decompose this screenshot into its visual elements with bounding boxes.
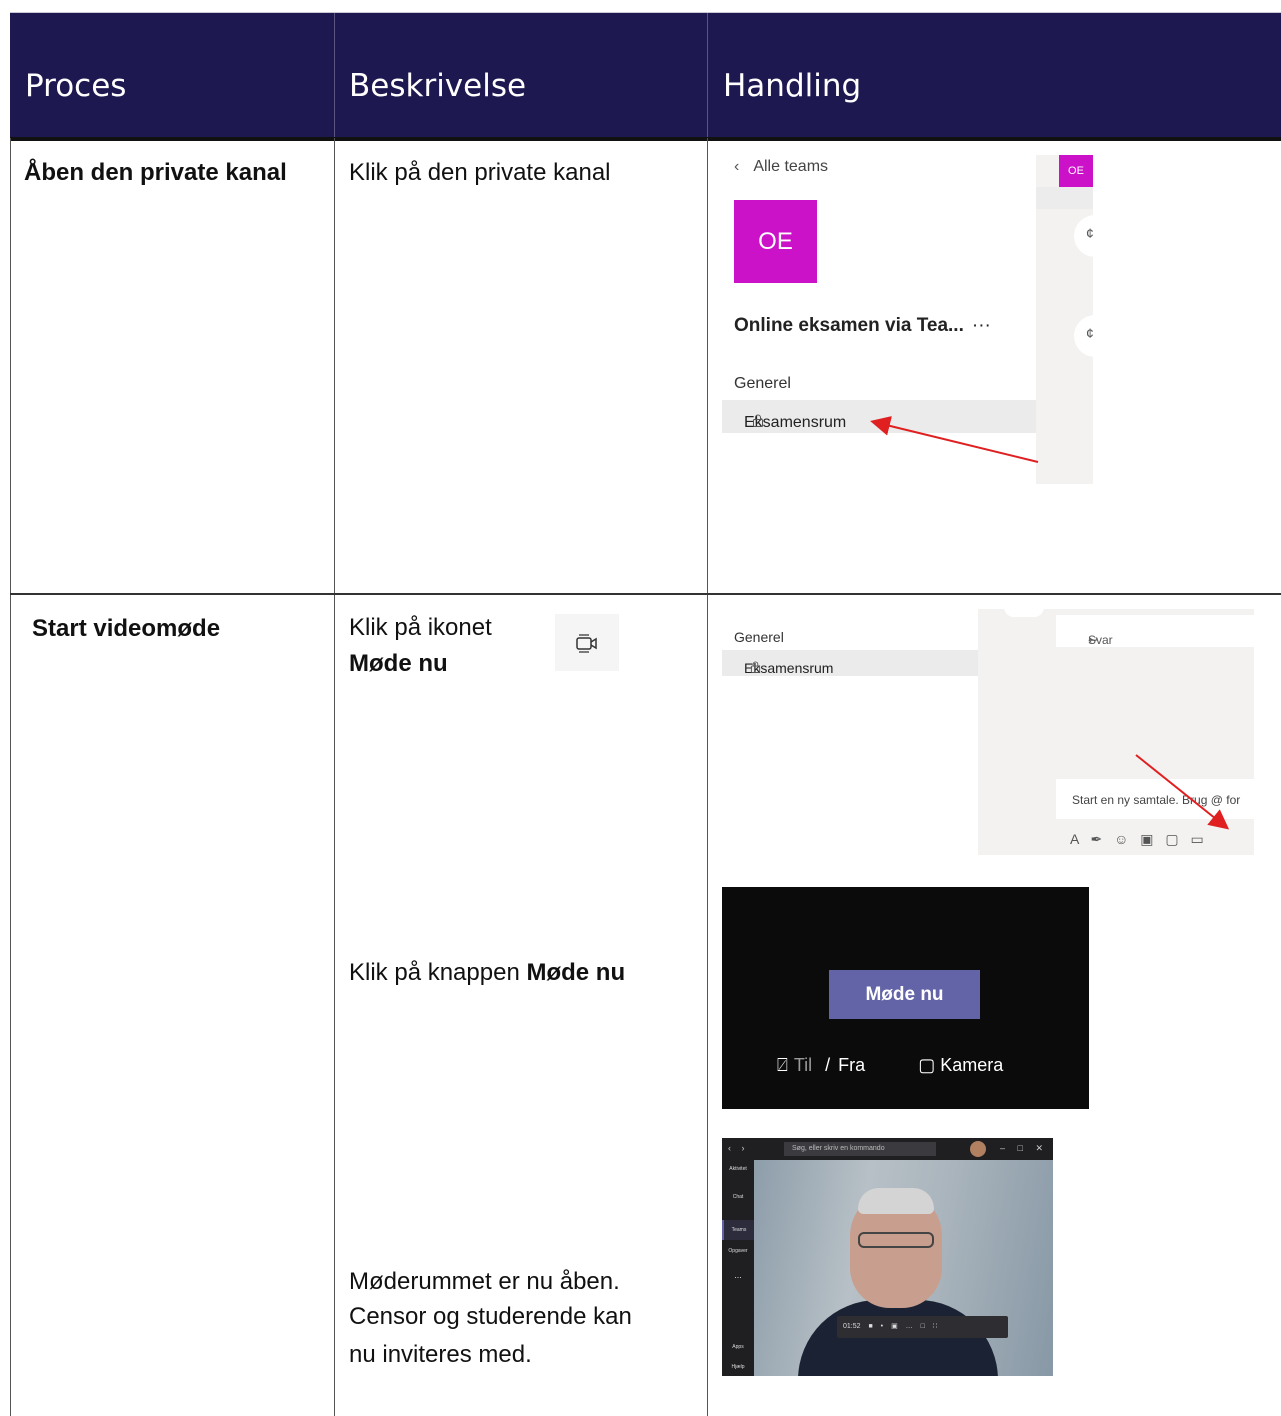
nav-arrows[interactable]: ‹ › [728, 1143, 745, 1153]
window-controls[interactable]: – □ ✕ [1000, 1143, 1043, 1154]
participants-icon[interactable]: ∷ [933, 1323, 937, 1330]
call-controls: 01:52 ■ • ▣ … □ ∷ ☎ [837, 1316, 1008, 1338]
description-click-icon: Klik på ikonet [349, 614, 492, 641]
rail-more[interactable]: ... [722, 1270, 754, 1280]
process-open-channel: Åben den private kanal [24, 159, 287, 186]
avatar[interactable] [970, 1141, 986, 1157]
description-click-icon-bold: Møde nu [349, 650, 448, 677]
search-input[interactable]: Søg, eller skriv en kommando [784, 1142, 936, 1156]
rail-help[interactable]: Hjælp [722, 1364, 754, 1370]
description-room-open-1: Møderummet er nu åben. [349, 1268, 620, 1295]
rail-activity[interactable]: Aktivitet [722, 1166, 754, 1172]
camera-icon[interactable]: ▢ [918, 1055, 935, 1075]
row-divider [10, 593, 1281, 595]
chat-icon[interactable]: □ [921, 1323, 925, 1330]
rail-teams[interactable]: Teams [722, 1220, 754, 1240]
header-divider [707, 13, 708, 138]
camera-toggle-row: ⍁ Til / Fra ▢ Kamera [777, 1055, 1004, 1075]
grid-line [334, 138, 335, 1416]
grid-line [707, 138, 708, 1416]
description-room-open-2: Censor og studerende kan [349, 1303, 632, 1330]
description-click-button: Klik på knappen Møde nu [349, 959, 626, 986]
camera-icon[interactable]: ■ [868, 1323, 872, 1330]
header-underline [10, 137, 1281, 141]
camera-off-icon[interactable]: ⍁ [777, 1055, 788, 1075]
meet-now-button[interactable]: Møde nu [829, 970, 980, 1019]
grid-line [10, 138, 11, 1416]
instruction-table: Proces Beskrivelse Handling Åben den pri… [0, 0, 1281, 1416]
video-feed: 01:52 ■ • ▣ … □ ∷ ☎ [754, 1160, 1053, 1376]
title-bar: ‹ › Søg, eller skriv en kommando – □ ✕ [722, 1138, 1053, 1160]
more-icon[interactable]: … [906, 1323, 913, 1330]
rail-assignments[interactable]: Opgaver [722, 1248, 754, 1254]
screenshot-composer: Generel Eksamensrum ↩ Svar Start en ny s… [722, 607, 1254, 855]
share-icon[interactable]: ▣ [891, 1323, 898, 1330]
rail-chat[interactable]: Chat [722, 1194, 754, 1200]
table-header: Proces Beskrivelse Handling [10, 13, 1281, 138]
description-open-channel: Klik på den private kanal [349, 159, 611, 186]
mic-icon[interactable]: • [881, 1323, 883, 1330]
screenshot-meet-now-dialog: Møde nu ⍁ Til / Fra ▢ Kamera [722, 887, 1089, 1109]
meet-now-icon [555, 614, 619, 671]
header-beskrivelse: Beskrivelse [349, 67, 527, 104]
call-timer: 01:52 [843, 1323, 861, 1330]
header-proces: Proces [25, 67, 127, 104]
screenshot-channel-list: ‹ Alle teams OE Online eksamen via Tea...… [722, 150, 1100, 484]
description-room-open-3: nu inviteres med. [349, 1341, 532, 1368]
rail-apps[interactable]: Apps [722, 1344, 754, 1350]
header-handling: Handling [723, 67, 862, 104]
annotation-arrow [870, 416, 1039, 463]
app-rail: Aktivitet Chat Teams Opgaver ... Apps Hj… [722, 1160, 754, 1376]
annotation-arrow [1135, 754, 1230, 830]
process-start-video: Start videomøde [32, 615, 221, 642]
screenshot-meeting-window: ‹ › Søg, eller skriv en kommando – □ ✕ A… [722, 1138, 1053, 1376]
header-divider [334, 13, 335, 138]
